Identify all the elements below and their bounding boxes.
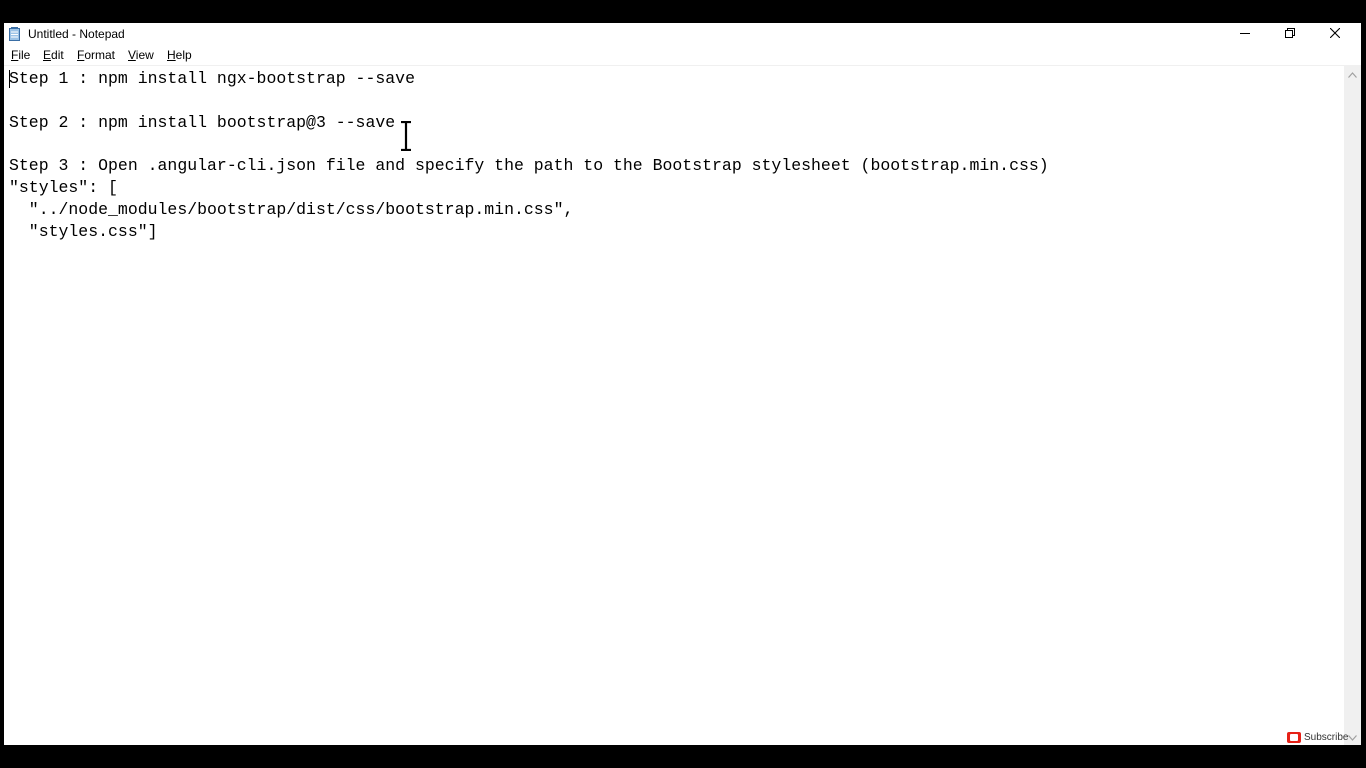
- restore-icon: [1284, 25, 1295, 43]
- close-icon: [1329, 25, 1340, 43]
- text-editor[interactable]: Step 1 : npm install ngx-bootstrap --sav…: [4, 65, 1344, 745]
- chevron-down-icon: [1348, 728, 1357, 746]
- editor-content[interactable]: Step 1 : npm install ngx-bootstrap --sav…: [9, 68, 1049, 242]
- chevron-up-icon: [1348, 65, 1357, 83]
- title-bar[interactable]: Untitled - Notepad: [4, 23, 1361, 45]
- text-caret: [9, 70, 10, 88]
- youtube-subscribe-icon: [1287, 731, 1301, 743]
- menu-file[interactable]: File: [11, 48, 30, 62]
- subscribe-watermark[interactable]: Subscribe: [1287, 729, 1348, 745]
- menu-format[interactable]: Format: [77, 48, 115, 62]
- minimize-icon: [1239, 25, 1250, 43]
- minimize-button[interactable]: [1222, 23, 1267, 45]
- restore-button[interactable]: [1267, 23, 1312, 45]
- menu-view[interactable]: View: [128, 48, 154, 62]
- scroll-up-button[interactable]: [1344, 65, 1361, 82]
- menu-help[interactable]: Help: [167, 48, 192, 62]
- vertical-scrollbar[interactable]: [1344, 65, 1361, 745]
- subscribe-label: Subscribe: [1304, 731, 1349, 743]
- close-button[interactable]: [1312, 23, 1357, 45]
- window-title: Untitled - Notepad: [28, 27, 125, 41]
- text-cursor-icon: [400, 120, 412, 152]
- menu-edit[interactable]: Edit: [43, 48, 64, 62]
- menu-bar: File Edit Format View Help: [4, 45, 1361, 65]
- notepad-window: Untitled - Notepad File Edit Format View…: [4, 23, 1361, 745]
- notepad-icon: [9, 27, 21, 41]
